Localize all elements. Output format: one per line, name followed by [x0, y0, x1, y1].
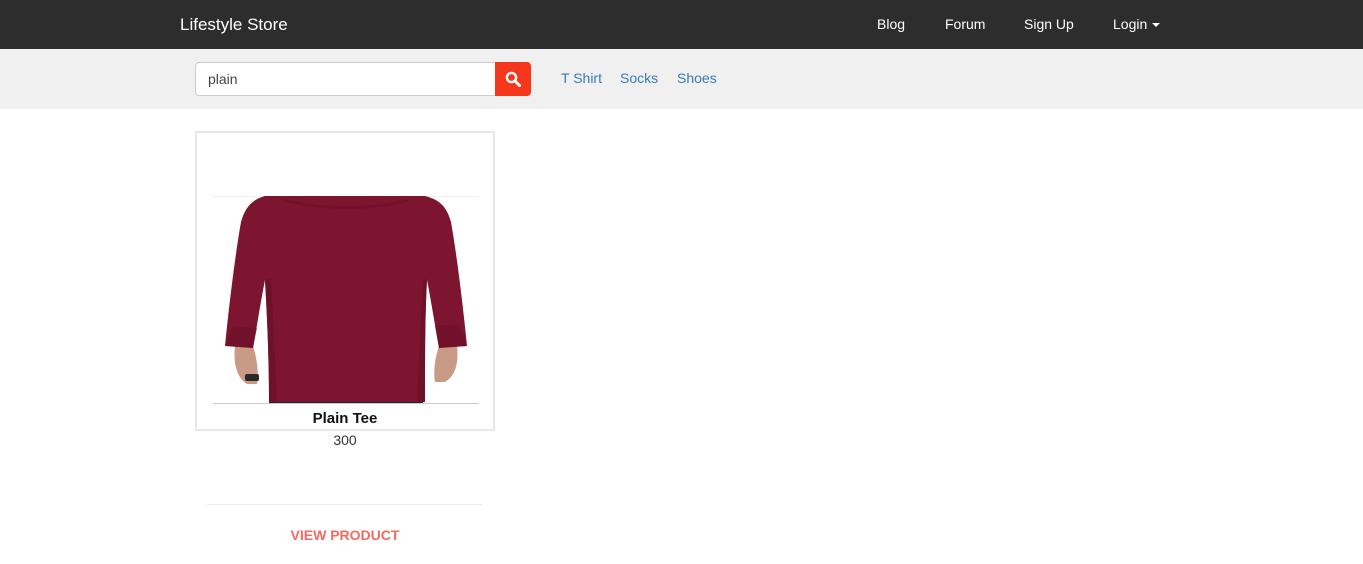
search-button[interactable] — [495, 62, 531, 96]
search-bar: T Shirt Socks Shoes — [0, 49, 1363, 109]
category-tshirt-link[interactable]: T Shirt — [561, 49, 602, 109]
nav-login-dropdown[interactable]: Login — [1113, 0, 1161, 49]
category-shoes-link[interactable]: Shoes — [677, 49, 717, 109]
product-card[interactable]: Plain Tee — [195, 131, 495, 431]
nav-login-label: Login — [1113, 16, 1148, 32]
view-product-button[interactable]: VIEW PRODUCT — [195, 527, 495, 543]
product-image[interactable] — [213, 196, 479, 404]
category-socks-link[interactable]: Socks — [620, 49, 658, 109]
nav-blog-link[interactable]: Blog — [877, 0, 905, 49]
caret-down-icon — [1152, 23, 1161, 28]
product-price: 300 — [333, 432, 357, 448]
brand-link[interactable]: Lifestyle Store — [180, 0, 288, 49]
search-input[interactable] — [195, 62, 496, 96]
card-divider — [207, 504, 483, 505]
search-icon — [505, 71, 521, 87]
top-navbar: Lifestyle Store Blog Forum Sign Up Login — [0, 0, 1363, 49]
product-name[interactable]: Plain Tee — [197, 410, 493, 427]
nav-signup-link[interactable]: Sign Up — [1024, 0, 1074, 49]
nav-forum-link[interactable]: Forum — [945, 0, 985, 49]
image-bottom-border — [213, 403, 479, 404]
